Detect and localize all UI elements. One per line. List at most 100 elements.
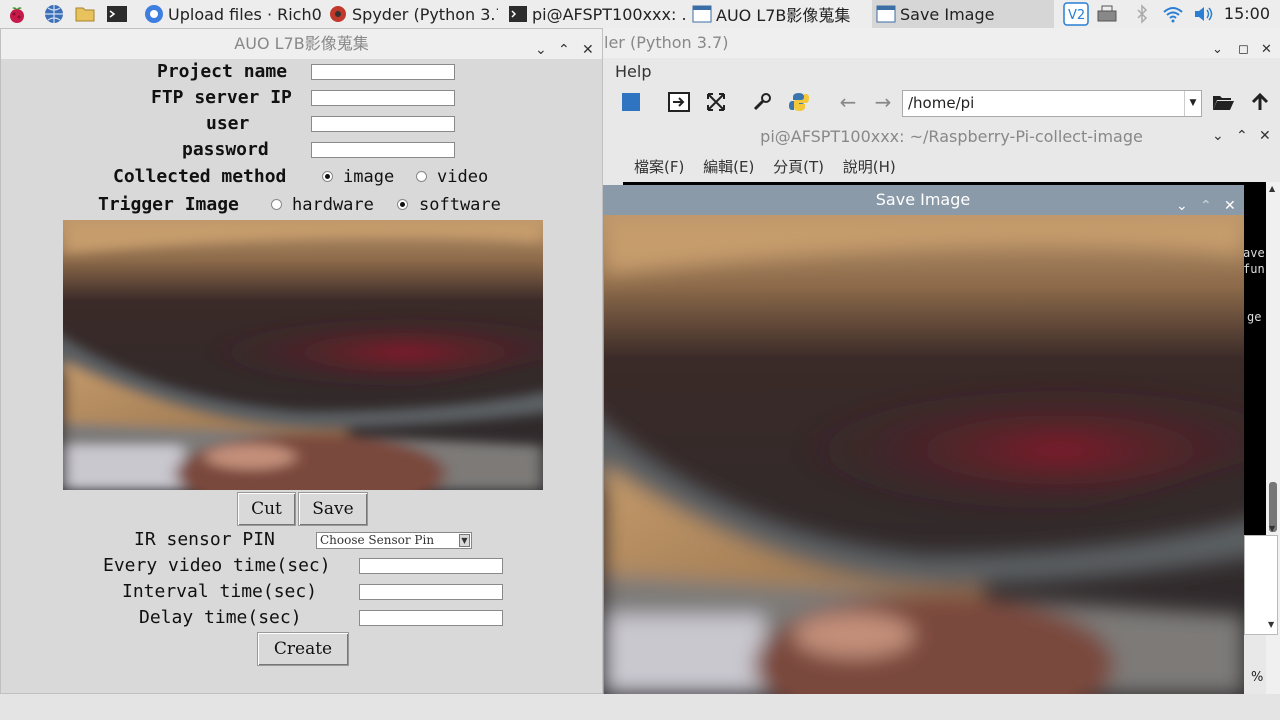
- maximize-icon[interactable]: ◻: [1238, 35, 1249, 65]
- user-input[interactable]: [311, 116, 455, 132]
- radio-hardware-label[interactable]: hardware: [292, 195, 374, 215]
- interval-time-input[interactable]: [359, 584, 503, 600]
- menu-edit[interactable]: 編輯(E): [703, 158, 754, 176]
- keyboard-icon[interactable]: [1096, 3, 1118, 25]
- wrench-icon[interactable]: [750, 90, 774, 114]
- clock: 15:00: [1223, 4, 1270, 23]
- maximize-icon[interactable]: ⌃: [558, 35, 570, 65]
- up-arrow-icon[interactable]: [1248, 90, 1272, 114]
- svg-text:V2: V2: [1068, 8, 1085, 23]
- ir-sensor-label: IR sensor PIN: [134, 529, 275, 550]
- main-title: AUO L7B影像蒐集: [234, 34, 369, 53]
- forward-arrow-icon[interactable]: →: [871, 90, 895, 114]
- spyder-title: ler (Python 3.7): [604, 33, 729, 52]
- right-panel-scroll-down-icon[interactable]: ▼: [1268, 620, 1274, 629]
- maximize-pane-icon[interactable]: [704, 90, 728, 114]
- terminal-edge-text: fun: [1243, 262, 1265, 276]
- terminal-launcher-icon[interactable]: [106, 3, 128, 25]
- python-icon[interactable]: [787, 90, 811, 114]
- close-icon[interactable]: ✕: [1259, 128, 1271, 144]
- working-directory-input[interactable]: /home/pi ▼: [902, 90, 1202, 117]
- spyder-icon: [328, 4, 348, 24]
- back-arrow-icon[interactable]: ←: [836, 90, 860, 114]
- project-name-label: Project name: [157, 61, 288, 82]
- auo-main-window: AUO L7B影像蒐集 ⌄ ⌃ ✕ Project name FTP serve…: [0, 28, 603, 694]
- chromium-icon: [144, 4, 164, 24]
- scroll-down-icon[interactable]: ▼: [1269, 524, 1275, 533]
- terminal-menu: 檔案(F) 編輯(E) 分頁(T) 說明(H): [634, 156, 910, 177]
- scroll-up-icon[interactable]: ▲: [1269, 184, 1275, 193]
- save-image-window: Save Image ⌄ ⌃ ✕: [602, 185, 1244, 694]
- sensor-pin-select[interactable]: Choose Sensor Pin ▼: [316, 532, 472, 549]
- minimize-icon[interactable]: ⌄: [1212, 35, 1223, 65]
- raspberry-menu-icon[interactable]: [6, 3, 28, 25]
- path-value: /home/pi: [908, 94, 975, 112]
- password-label: password: [182, 139, 269, 160]
- chevron-down-icon[interactable]: ▼: [1184, 91, 1201, 116]
- radio-hardware[interactable]: [271, 199, 282, 210]
- menu-tabs[interactable]: 分頁(T): [773, 158, 824, 176]
- terminal-edge-text: ge: [1247, 310, 1262, 324]
- wifi-icon[interactable]: [1162, 3, 1184, 25]
- task-spyder[interactable]: Spyder (Python 3.7): [328, 0, 498, 28]
- every-video-time-input[interactable]: [359, 558, 503, 574]
- task-label: AUO L7B影像蒐集: [716, 6, 851, 25]
- terminal-icon: [508, 4, 528, 24]
- radio-video-label[interactable]: video: [437, 167, 488, 187]
- interval-time-label: Interval time(sec): [122, 581, 318, 602]
- close-icon[interactable]: ✕: [582, 35, 594, 65]
- taskbar: Upload files · Rich0... Spyder (Python 3…: [0, 0, 1280, 29]
- task-auo-window[interactable]: AUO L7B影像蒐集: [692, 0, 868, 28]
- radio-software[interactable]: [397, 199, 408, 210]
- captured-image: [604, 215, 1244, 694]
- minimize-icon[interactable]: ⌄: [535, 35, 547, 65]
- radio-software-label[interactable]: software: [419, 195, 501, 215]
- menu-help[interactable]: Help: [615, 62, 651, 81]
- task-label: pi@AFSPT100xxx: ...: [532, 4, 686, 24]
- radio-video[interactable]: [416, 171, 427, 182]
- window-icon: [876, 4, 896, 24]
- desktop-bottom: [0, 694, 1280, 720]
- create-button[interactable]: Create: [257, 632, 349, 666]
- minimize-icon[interactable]: ⌄: [1212, 128, 1224, 144]
- ftp-server-input[interactable]: [311, 90, 455, 106]
- trigger-image-label: Trigger Image: [98, 194, 239, 215]
- vnc-icon[interactable]: V2: [1063, 2, 1089, 26]
- save-button[interactable]: Save: [298, 492, 368, 526]
- folder-open-icon[interactable]: [1211, 90, 1235, 114]
- maximize-icon[interactable]: ⌃: [1236, 128, 1248, 144]
- cut-button[interactable]: Cut: [237, 492, 296, 526]
- menu-file[interactable]: 檔案(F): [634, 158, 684, 176]
- camera-preview: [63, 220, 543, 490]
- radio-image-label[interactable]: image: [343, 167, 394, 187]
- chevron-down-icon[interactable]: ▼: [459, 534, 470, 547]
- task-label: Upload files · Rich0...: [168, 4, 322, 24]
- main-title-bar: AUO L7B影像蒐集 ⌄ ⌃ ✕: [1, 29, 602, 59]
- every-video-time-label: Every video time(sec): [103, 555, 331, 576]
- task-chromium[interactable]: Upload files · Rich0...: [144, 0, 322, 28]
- password-input[interactable]: [311, 142, 455, 158]
- project-name-input[interactable]: [311, 64, 455, 80]
- run-icon[interactable]: [667, 90, 691, 114]
- task-terminal[interactable]: pi@AFSPT100xxx: ...: [508, 0, 686, 28]
- task-label: Save Image: [900, 4, 995, 24]
- close-icon[interactable]: ✕: [1261, 35, 1272, 65]
- delay-time-input[interactable]: [359, 610, 503, 626]
- window-icon: [692, 4, 712, 24]
- task-save-image[interactable]: Save Image: [872, 0, 1054, 28]
- menu-help[interactable]: 說明(H): [843, 158, 896, 176]
- file-manager-icon[interactable]: [74, 3, 96, 25]
- terminal-title: pi@AFSPT100xxx: ~/Raspberry-Pi-collect-i…: [760, 127, 1143, 146]
- save-image-title: Save Image: [875, 190, 971, 209]
- radio-image[interactable]: [322, 171, 333, 182]
- spyder-title-bar: ler (Python 3.7) ⌄ ◻ ✕: [603, 28, 1280, 58]
- volume-icon[interactable]: [1192, 3, 1214, 25]
- sensor-pin-value: Choose Sensor Pin: [320, 533, 435, 547]
- save-image-title-bar: Save Image ⌄ ⌃ ✕: [602, 185, 1244, 215]
- task-label: Spyder (Python 3.7): [352, 4, 498, 24]
- delay-time-label: Delay time(sec): [139, 607, 302, 628]
- bluetooth-icon[interactable]: [1131, 3, 1153, 25]
- stop-icon[interactable]: [619, 90, 643, 114]
- web-browser-icon[interactable]: [43, 3, 65, 25]
- ftp-server-label: FTP server IP: [151, 87, 292, 108]
